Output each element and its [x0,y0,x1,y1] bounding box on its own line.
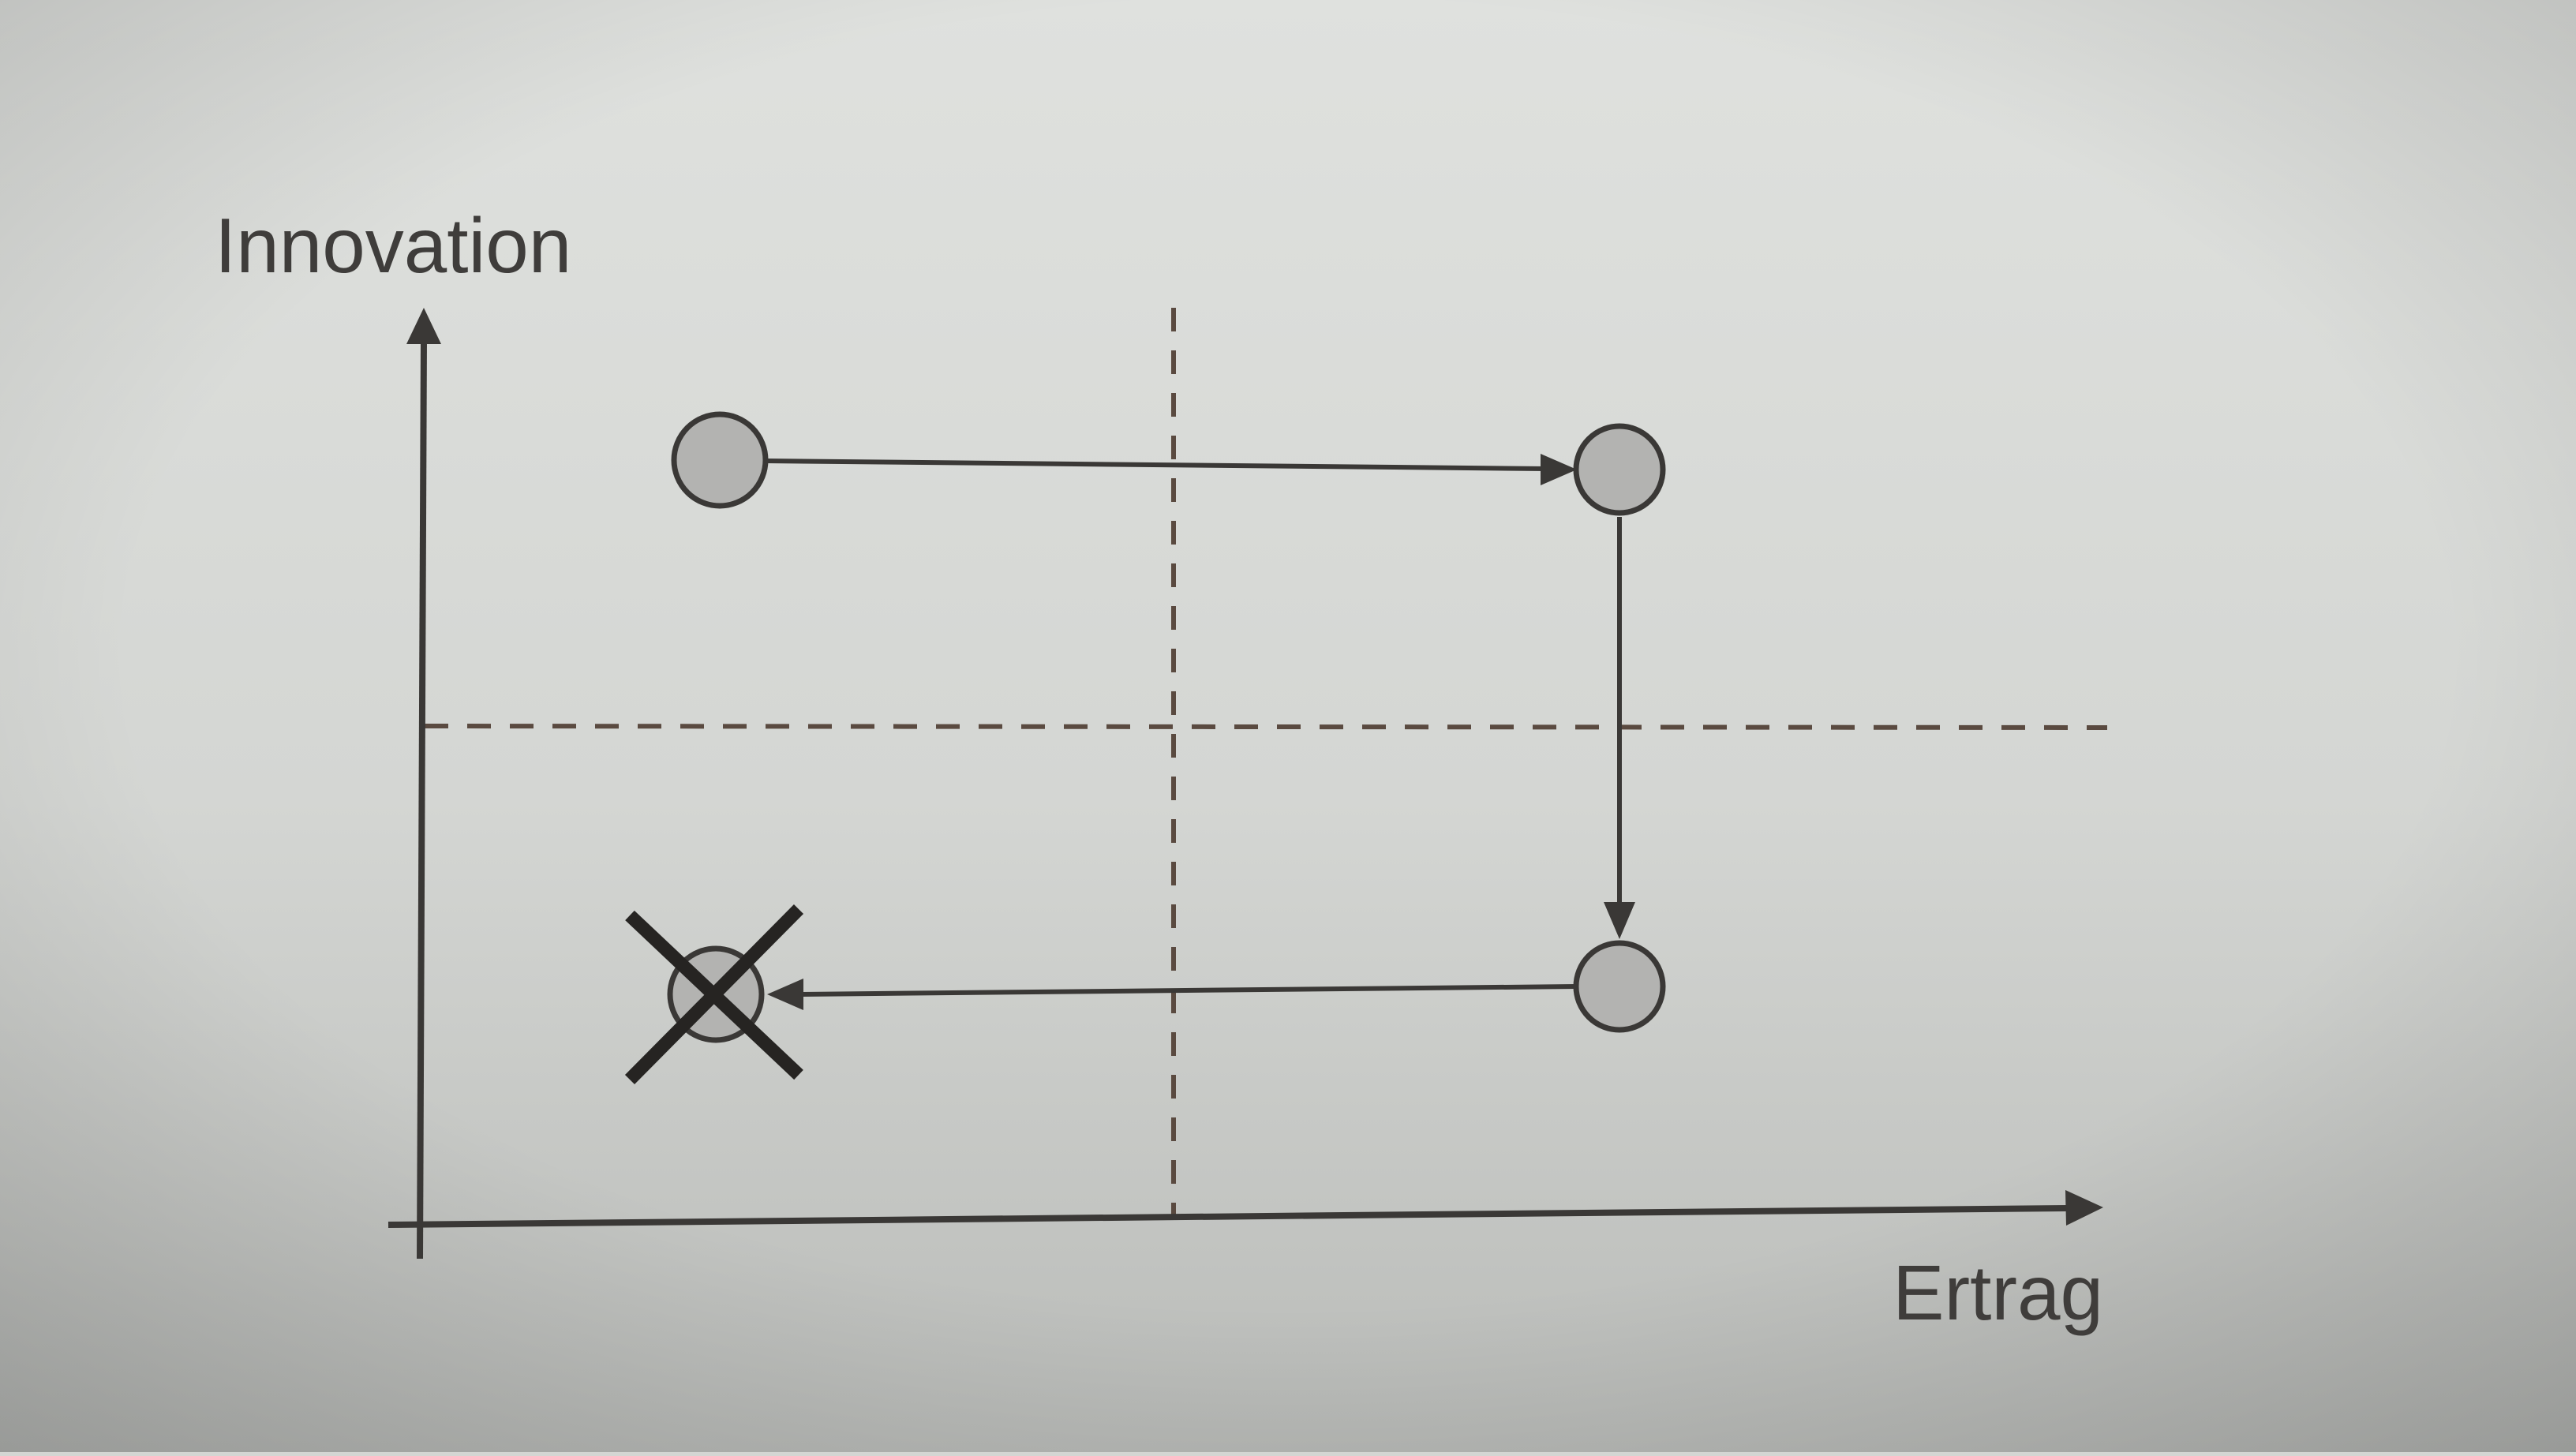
x-axis-label: Ertrag [1893,1249,2103,1336]
diagram-canvas: Innovation Ertrag [0,0,2576,1452]
node-start [671,411,769,509]
node-bottom-right [1573,940,1666,1033]
node-top-right [1573,423,1666,516]
y-axis-label: Innovation [215,202,571,289]
y-axis [417,339,427,1259]
quadrant-diagram: Innovation Ertrag [0,0,2576,1452]
